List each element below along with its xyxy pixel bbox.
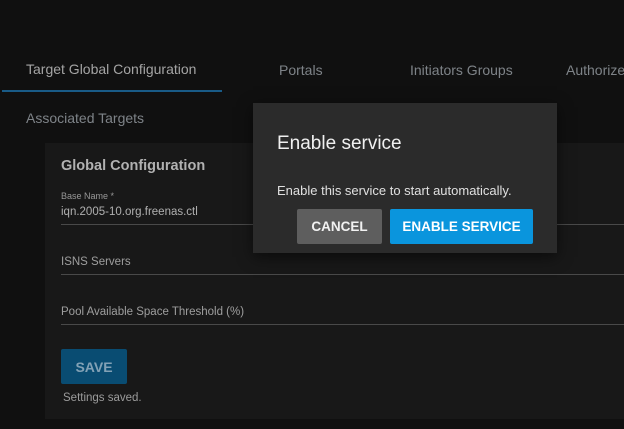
cancel-button[interactable]: CANCEL: [297, 209, 382, 244]
dialog-title: Enable service: [277, 133, 402, 154]
dialog-message: Enable this service to start automatical…: [277, 183, 512, 198]
enable-service-button[interactable]: ENABLE SERVICE: [390, 209, 533, 244]
enable-service-dialog: Enable service Enable this service to st…: [253, 103, 557, 253]
